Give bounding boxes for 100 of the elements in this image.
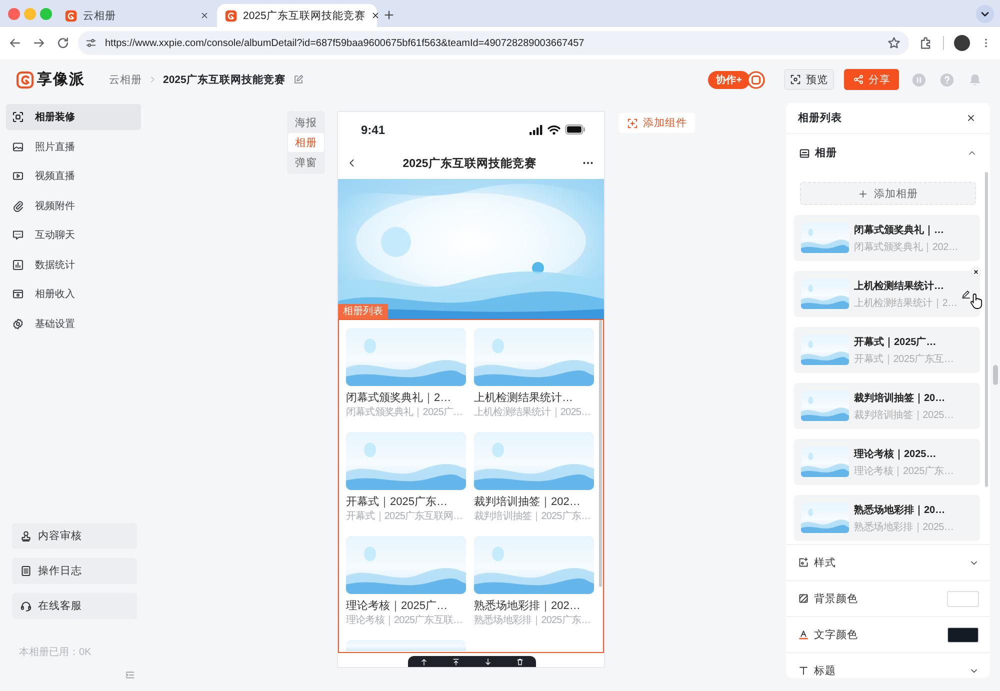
plus-icon[interactable] bbox=[383, 9, 395, 21]
sidebar-item[interactable]: 相册收入 bbox=[6, 281, 141, 307]
arrow-up-icon[interactable] bbox=[420, 658, 428, 666]
scrollbar-thumb[interactable] bbox=[985, 172, 988, 487]
settings-icon bbox=[12, 318, 24, 330]
editor-tab[interactable]: 海报 bbox=[288, 113, 324, 132]
album-subtitle: 上机检测结果统计｜2… bbox=[854, 296, 958, 310]
tune-icon[interactable] bbox=[85, 37, 97, 49]
sidebar-item[interactable]: 基础设置 bbox=[6, 310, 141, 336]
sidebar-item[interactable]: 视频直播 bbox=[6, 163, 141, 189]
album-list-item[interactable]: 裁判培训抽签｜20… 裁判培训抽签｜2025… bbox=[794, 383, 980, 429]
close-icon[interactable] bbox=[966, 113, 976, 123]
share-icon bbox=[852, 74, 864, 85]
logo-badge-icon[interactable] bbox=[747, 70, 765, 88]
color-swatch[interactable] bbox=[947, 626, 979, 642]
section-title[interactable]: 相册 bbox=[815, 146, 962, 160]
browser-tab[interactable]: 2025广东互联网技能竞赛 bbox=[217, 4, 377, 27]
browser-tab[interactable]: 云相册 bbox=[57, 4, 217, 27]
video-icon bbox=[12, 170, 24, 182]
sidebar-item[interactable]: 数据统计 bbox=[6, 252, 141, 278]
album-title: 上机检测结果统计… bbox=[854, 280, 944, 292]
style-icon bbox=[798, 557, 809, 568]
album-subtitle: 理论考核｜2025广东互联… bbox=[346, 614, 463, 627]
wifi-icon bbox=[547, 124, 561, 135]
album-thumbnail-drawing bbox=[801, 391, 849, 421]
close-icon[interactable] bbox=[371, 11, 380, 20]
editor-tab[interactable]: 弹窗 bbox=[288, 153, 324, 172]
album-title[interactable]: 熟悉场地彩排｜202… bbox=[474, 599, 580, 614]
album-subtitle: 上机检测结果统计｜2025… bbox=[474, 406, 591, 419]
storage-usage-text: 本相册已用：0K bbox=[19, 647, 92, 659]
document-icon bbox=[20, 565, 32, 577]
signal-icon bbox=[529, 124, 543, 135]
breadcrumb-current: 2025广东互联网技能竞赛 bbox=[163, 72, 286, 86]
bar-arrow-up-icon[interactable] bbox=[452, 658, 460, 666]
album-subtitle: 裁判培训抽签｜2025广东… bbox=[474, 510, 591, 523]
sidebar-item[interactable]: 相册装修 bbox=[6, 104, 141, 130]
favicon-icon bbox=[225, 10, 237, 22]
album-title[interactable]: 裁判培训抽签｜202… bbox=[474, 495, 580, 510]
album-list-item[interactable]: 熟悉场地彩排｜20… 熟悉场地彩排｜2025… bbox=[794, 495, 980, 541]
star-icon[interactable] bbox=[887, 36, 901, 50]
page-title: 2025广东互联网技能竞赛 bbox=[402, 156, 538, 170]
close-icon[interactable] bbox=[200, 11, 209, 20]
editor-tab[interactable]: 相册 bbox=[288, 133, 324, 152]
album-subtitle: 开幕式｜2025广东互… bbox=[854, 352, 954, 366]
album-subtitle: 裁判培训抽签｜2025… bbox=[854, 408, 954, 422]
address-bar[interactable]: https://www.xxpie.com/console/albumDetail?id=687f59baa9600675bf61f563&teamId=490728289003667457 bbox=[78, 31, 909, 55]
plus-icon bbox=[858, 188, 868, 198]
logo-text: 享像派 bbox=[37, 70, 85, 89]
sidebar-button[interactable]: 内容审核 bbox=[12, 523, 137, 549]
text-icon bbox=[798, 665, 809, 676]
close-badge-icon[interactable] bbox=[971, 267, 981, 277]
album-list-item[interactable]: 理论考核｜2025… 理论考核｜2025广东… bbox=[794, 439, 980, 485]
album-title[interactable]: 上机检测结果统计… bbox=[474, 391, 573, 406]
album-subtitle: 闭幕式颁奖典礼｜2025广… bbox=[346, 406, 463, 419]
album-thumbnail-drawing bbox=[801, 447, 849, 477]
avatar-icon[interactable] bbox=[954, 35, 970, 51]
edit-icon[interactable] bbox=[961, 289, 971, 299]
album-subtitle: 理论考核｜2025广东… bbox=[854, 464, 954, 478]
color-swatch[interactable] bbox=[947, 590, 979, 606]
sidebar-item[interactable]: 互动聊天 bbox=[6, 222, 141, 248]
chevron-down-icon[interactable] bbox=[976, 5, 994, 23]
album-title: 闭幕式颁奖典礼｜… bbox=[854, 224, 944, 236]
setting-label: 标题 bbox=[814, 664, 837, 678]
favicon-icon bbox=[65, 10, 77, 22]
collapse-icon[interactable] bbox=[125, 670, 135, 680]
reload-icon[interactable] bbox=[56, 36, 70, 50]
album-list-item[interactable]: 开幕式｜2025广… 开幕式｜2025广东互… bbox=[794, 327, 980, 373]
album-subtitle: 开幕式｜2025广东互联网… bbox=[346, 510, 463, 523]
sidebar-button[interactable]: 操作日志 bbox=[12, 558, 137, 584]
hand-cursor-icon bbox=[969, 292, 984, 310]
sidebar-item[interactable]: 视频附件 bbox=[6, 192, 141, 218]
trash-icon[interactable] bbox=[516, 658, 524, 666]
album-title: 开幕式｜2025广… bbox=[854, 335, 936, 348]
panel-title: 相册列表 bbox=[798, 111, 842, 125]
sidebar-item[interactable]: 照片直播 bbox=[6, 134, 141, 160]
album-title[interactable]: 开幕式｜2025广东… bbox=[346, 495, 448, 510]
preview-button[interactable]: 预览 bbox=[784, 69, 834, 90]
album-title[interactable]: 理论考核｜2025广… bbox=[346, 599, 448, 614]
arrow-down-icon[interactable] bbox=[484, 658, 492, 666]
album-title: 熟悉场地彩排｜20… bbox=[854, 503, 946, 516]
puzzle-icon[interactable] bbox=[919, 36, 933, 50]
back-icon[interactable] bbox=[8, 36, 22, 50]
add-frame-icon bbox=[627, 118, 638, 128]
album-list-component[interactable]: 闭幕式颁奖典礼｜2… 闭幕式颁奖典礼｜2025广… 上机检测结果统计… 上机检测结果统计｜2025… 开幕式｜2025广东… 开幕式｜2025广东互联网… 裁判培训抽签｜202… 裁判培训抽签｜2025广东… 理论考核｜2025广… 理论考核｜2025广东互联… 熟悉场地彩排｜202… 熟悉场地彩排｜2025广东… bbox=[338, 319, 604, 653]
paperclip-icon bbox=[12, 200, 24, 212]
album-title[interactable]: 闭幕式颁奖典礼｜2… bbox=[346, 391, 452, 406]
album-thumbnail-drawing bbox=[801, 335, 849, 365]
breadcrumb-link[interactable]: 云相册 bbox=[109, 72, 142, 86]
album-subtitle: 熟悉场地彩排｜2025… bbox=[854, 520, 954, 534]
add-album-button[interactable]: 添加相册 bbox=[800, 182, 976, 205]
album-icon bbox=[799, 148, 810, 158]
scrollbar-thumb[interactable] bbox=[993, 365, 998, 385]
album-list-item[interactable]: 闭幕式颁奖典礼｜… 闭幕式颁奖典礼｜202… bbox=[794, 215, 980, 261]
forward-icon[interactable] bbox=[32, 36, 46, 50]
component-tag: 相册列表 bbox=[338, 304, 388, 319]
chat-icon bbox=[12, 229, 24, 241]
sidebar-button[interactable]: 在线客服 bbox=[12, 593, 137, 619]
wallet-icon bbox=[12, 288, 24, 300]
image-icon bbox=[12, 140, 24, 152]
scrollbar-thumb[interactable] bbox=[599, 320, 602, 587]
